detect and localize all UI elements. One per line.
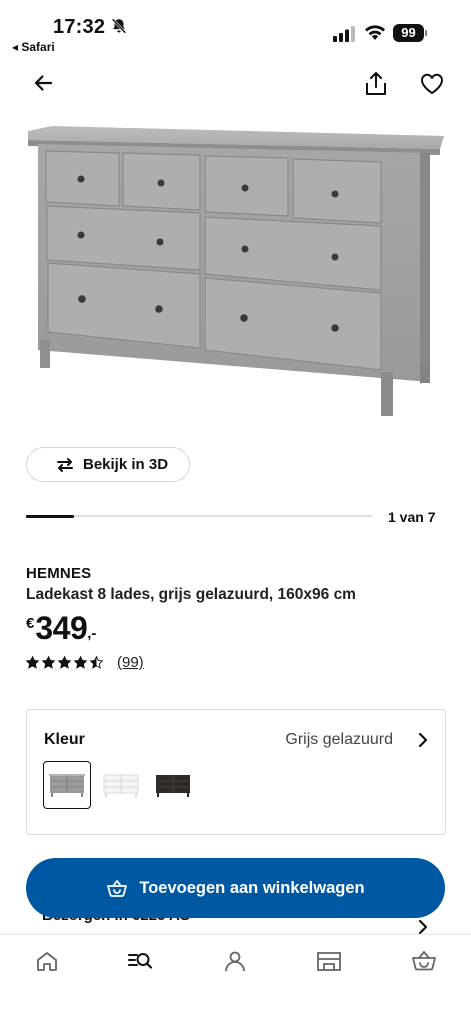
add-to-cart-label: Toevoegen aan winkelwagen [139,878,365,897]
review-count-link[interactable]: (99) [117,654,144,671]
star-icon [74,656,87,669]
product-description: Ladekast 8 lades, grijs gelazuurd, 160x9… [26,586,356,603]
view-in-3d-label: Bekijk in 3D [83,456,169,473]
product-brand: HEMNES [26,565,92,582]
back-arrow-icon[interactable] [30,70,56,96]
status-bar: 17:32 ◂ Safari 99 [0,0,471,60]
price-amount: 349 [35,610,88,646]
star-icon [58,656,71,669]
battery-level: 99 [393,24,424,42]
color-label: Kleur [44,731,85,748]
clock: 17:32 [53,16,106,38]
product-price: € 349 ,- [26,609,96,647]
carousel-pager: 1 van 7 [388,509,436,525]
color-swatch-white[interactable] [97,761,145,809]
color-selected-value: Grijs gelazuurd [285,731,393,748]
share-icon[interactable] [363,70,389,98]
profile-icon[interactable] [222,949,248,973]
bell-muted-icon [111,18,127,34]
dresser-thumb-white [103,774,139,797]
rating-stars [26,656,103,669]
color-swatch-grey[interactable] [43,761,91,809]
view-in-3d-button[interactable]: Bekijk in 3D [26,447,190,482]
carousel-progress [26,514,372,518]
dresser-thumb-black-brown [156,775,190,797]
home-icon[interactable] [34,949,60,973]
store-icon[interactable] [316,949,342,973]
dresser-thumb-grey [49,774,85,797]
star-icon [42,656,55,669]
carousel-progress-fill [26,514,75,518]
color-swatch-black-brown[interactable] [149,761,197,809]
cart-icon[interactable] [411,949,437,973]
search-icon[interactable] [127,949,153,973]
signal-icon [333,26,355,42]
wifi-icon [365,25,385,40]
price-currency: € [26,615,35,632]
star-icon [26,656,39,669]
product-rating[interactable]: (99) [26,654,144,671]
chevron-right-icon[interactable] [416,731,430,749]
battery-icon: 99 [393,24,427,42]
color-selector[interactable]: Kleur Grijs gelazuurd [26,709,446,835]
product-image[interactable] [24,122,448,422]
rotate-3d-icon [57,457,73,472]
basket-icon [107,880,128,897]
back-to-safari-link[interactable]: ◂ Safari [12,40,55,54]
star-icon [90,656,103,669]
add-to-cart-button[interactable]: Toevoegen aan winkelwagen [26,858,445,918]
heart-icon[interactable] [419,71,445,97]
bottom-nav [0,934,471,1024]
price-suffix: ,- [87,625,97,642]
